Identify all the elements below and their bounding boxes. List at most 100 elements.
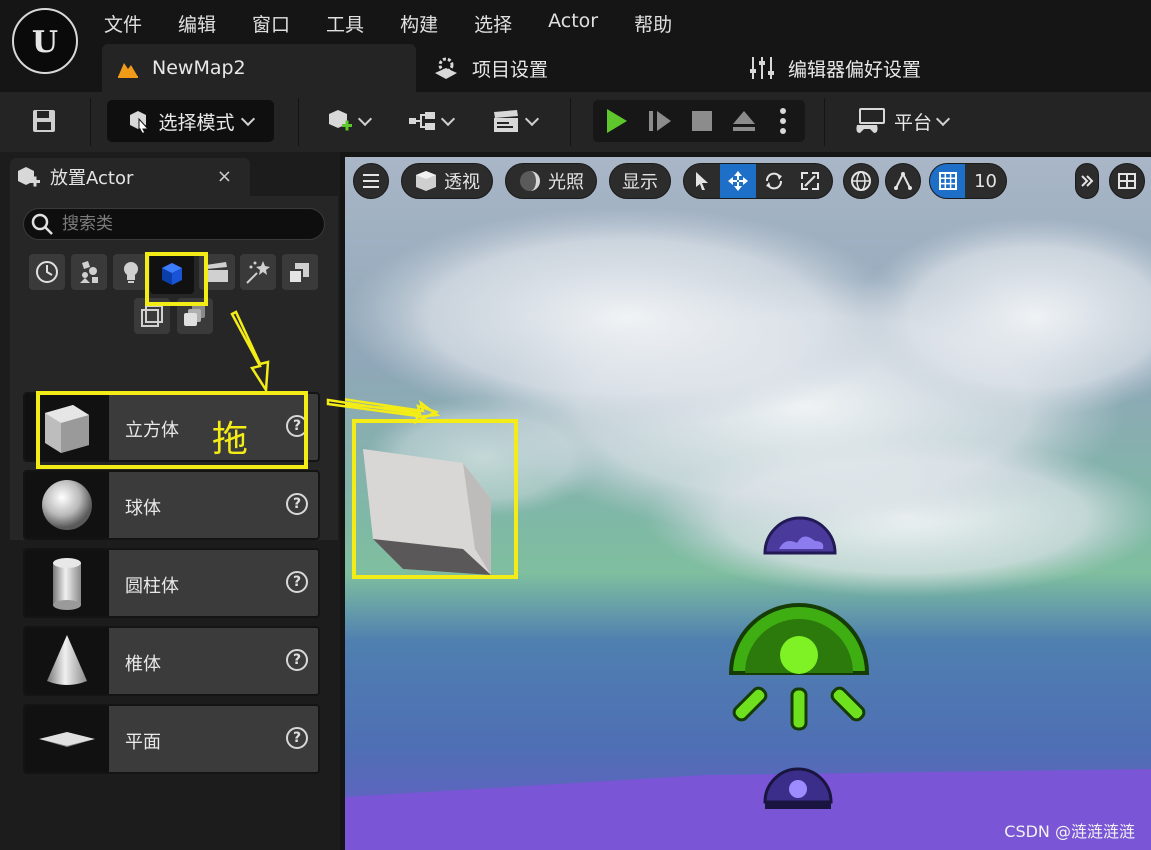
save-button[interactable] bbox=[22, 100, 66, 142]
basic-icon bbox=[80, 261, 98, 283]
grid-snap-value[interactable]: 10 bbox=[965, 164, 1006, 198]
rotate-tool-button[interactable] bbox=[756, 164, 792, 198]
play-controls bbox=[593, 100, 805, 142]
title-bar: U 文件 编辑 窗口 工具 构建 选择 Actor 帮助 NewMap2 项目设… bbox=[0, 0, 1151, 92]
play-button[interactable] bbox=[593, 100, 639, 142]
tab-editor-preferences[interactable]: 编辑器偏好设置 bbox=[748, 44, 921, 92]
visual-effects-icon bbox=[246, 261, 270, 284]
lighting-mode-button[interactable]: 光照 bbox=[505, 163, 597, 199]
cursor-icon bbox=[696, 172, 708, 190]
menu-tools[interactable]: 工具 bbox=[326, 6, 364, 38]
chevron-down-icon bbox=[440, 111, 456, 126]
scale-icon bbox=[801, 172, 819, 190]
help-icon[interactable]: ? bbox=[286, 649, 308, 671]
play-options-button[interactable] bbox=[765, 100, 801, 142]
tab-label: 项目设置 bbox=[472, 58, 549, 81]
cone-icon bbox=[25, 628, 109, 694]
toolbar-divider bbox=[570, 98, 571, 146]
show-label: 显示 bbox=[622, 172, 658, 193]
recent-icon bbox=[36, 261, 58, 283]
panel-title: 放置Actor bbox=[50, 168, 134, 189]
menu-actor[interactable]: Actor bbox=[548, 6, 598, 38]
help-icon[interactable]: ? bbox=[286, 571, 308, 593]
menu-select[interactable]: 选择 bbox=[474, 6, 512, 38]
help-icon[interactable]: ? bbox=[286, 727, 308, 749]
category-visual-effects[interactable] bbox=[240, 254, 276, 290]
move-tool-button[interactable] bbox=[720, 164, 756, 198]
show-flags-button[interactable]: 显示 bbox=[609, 163, 671, 199]
add-actor-icon bbox=[329, 110, 352, 131]
perspective-button[interactable]: 透视 bbox=[401, 163, 493, 199]
menu-edit[interactable]: 编辑 bbox=[178, 6, 216, 38]
eject-icon bbox=[733, 111, 755, 131]
world-local-toggle[interactable] bbox=[843, 163, 879, 199]
select-mode-icon bbox=[130, 111, 150, 133]
lights-icon bbox=[124, 262, 138, 283]
more-vertical-icon bbox=[780, 108, 786, 134]
add-actor-dropdown[interactable] bbox=[318, 100, 378, 142]
more-options-button[interactable] bbox=[1075, 163, 1099, 199]
hamburger-menu-icon bbox=[363, 174, 379, 188]
all-classes-icon bbox=[184, 305, 205, 326]
item-label: 球体 bbox=[125, 498, 161, 519]
menu-window[interactable]: 窗口 bbox=[252, 6, 290, 38]
viewport-options-button[interactable] bbox=[353, 163, 389, 199]
search-icon bbox=[31, 213, 53, 235]
directional-light-icon[interactable] bbox=[728, 603, 870, 731]
sliders-icon bbox=[750, 57, 774, 79]
blueprints-dropdown[interactable] bbox=[400, 100, 460, 142]
annotation-box-category bbox=[145, 252, 208, 306]
search-input[interactable] bbox=[62, 214, 302, 234]
tab-newmap[interactable]: NewMap2 bbox=[102, 44, 416, 92]
cylinder-icon bbox=[25, 550, 109, 616]
close-icon[interactable]: × bbox=[217, 166, 232, 187]
category-basic[interactable] bbox=[71, 254, 107, 290]
select-tool-button[interactable] bbox=[684, 164, 720, 198]
transform-tools bbox=[683, 163, 833, 199]
list-item-plane[interactable]: 平面 ? bbox=[23, 704, 320, 774]
menu-build[interactable]: 构建 bbox=[400, 6, 438, 38]
sphere-icon bbox=[25, 472, 109, 538]
toolbar-divider bbox=[90, 98, 91, 146]
viewport-toolbar: 透视 光照 显示 10 bbox=[345, 157, 1151, 205]
select-mode-dropdown[interactable]: 选择模式 bbox=[107, 100, 274, 142]
platform-label: 平台 bbox=[893, 111, 932, 134]
grid-icon bbox=[938, 172, 957, 190]
scale-tool-button[interactable] bbox=[792, 164, 828, 198]
place-actors-tab[interactable]: 放置Actor × bbox=[10, 158, 250, 196]
annotation-arrows bbox=[230, 310, 440, 425]
category-geometry[interactable] bbox=[282, 254, 318, 290]
skip-frame-icon bbox=[649, 111, 671, 131]
list-item-sphere[interactable]: 球体 ? bbox=[23, 470, 320, 540]
platforms-dropdown[interactable]: 平台 bbox=[846, 100, 956, 142]
stop-button[interactable] bbox=[681, 100, 723, 142]
move-icon bbox=[728, 171, 748, 191]
surface-snapping-button[interactable] bbox=[885, 163, 921, 199]
item-label: 椎体 bbox=[125, 654, 161, 675]
settings-icon bbox=[435, 57, 457, 79]
menu-help[interactable]: 帮助 bbox=[634, 6, 672, 38]
chevron-down-icon bbox=[935, 111, 951, 126]
plane-icon bbox=[25, 706, 109, 772]
lit-sphere-icon bbox=[520, 171, 540, 191]
chevron-down-icon bbox=[357, 111, 373, 126]
platform-icon bbox=[856, 108, 885, 133]
perspective-label: 透视 bbox=[444, 172, 480, 193]
tab-project-settings[interactable]: 项目设置 bbox=[430, 44, 548, 92]
help-icon[interactable]: ? bbox=[286, 493, 308, 515]
category-lights[interactable] bbox=[113, 254, 149, 290]
eject-button[interactable] bbox=[723, 100, 765, 142]
select-mode-label: 选择模式 bbox=[158, 111, 235, 134]
category-recent[interactable] bbox=[29, 254, 65, 290]
menu-file[interactable]: 文件 bbox=[104, 6, 142, 38]
grid-snap-control: 10 bbox=[929, 163, 1007, 199]
list-item-cone[interactable]: 椎体 ? bbox=[23, 626, 320, 696]
tab-label: NewMap2 bbox=[152, 57, 246, 79]
volumes-icon bbox=[141, 305, 163, 327]
cinematics-dropdown[interactable] bbox=[484, 100, 544, 142]
grid-snap-toggle[interactable] bbox=[930, 164, 966, 198]
advance-frame-button[interactable] bbox=[639, 100, 681, 142]
list-item-cylinder[interactable]: 圆柱体 ? bbox=[23, 548, 320, 618]
viewport-layout-button[interactable] bbox=[1109, 163, 1145, 199]
tab-label: 编辑器偏好设置 bbox=[788, 58, 922, 81]
